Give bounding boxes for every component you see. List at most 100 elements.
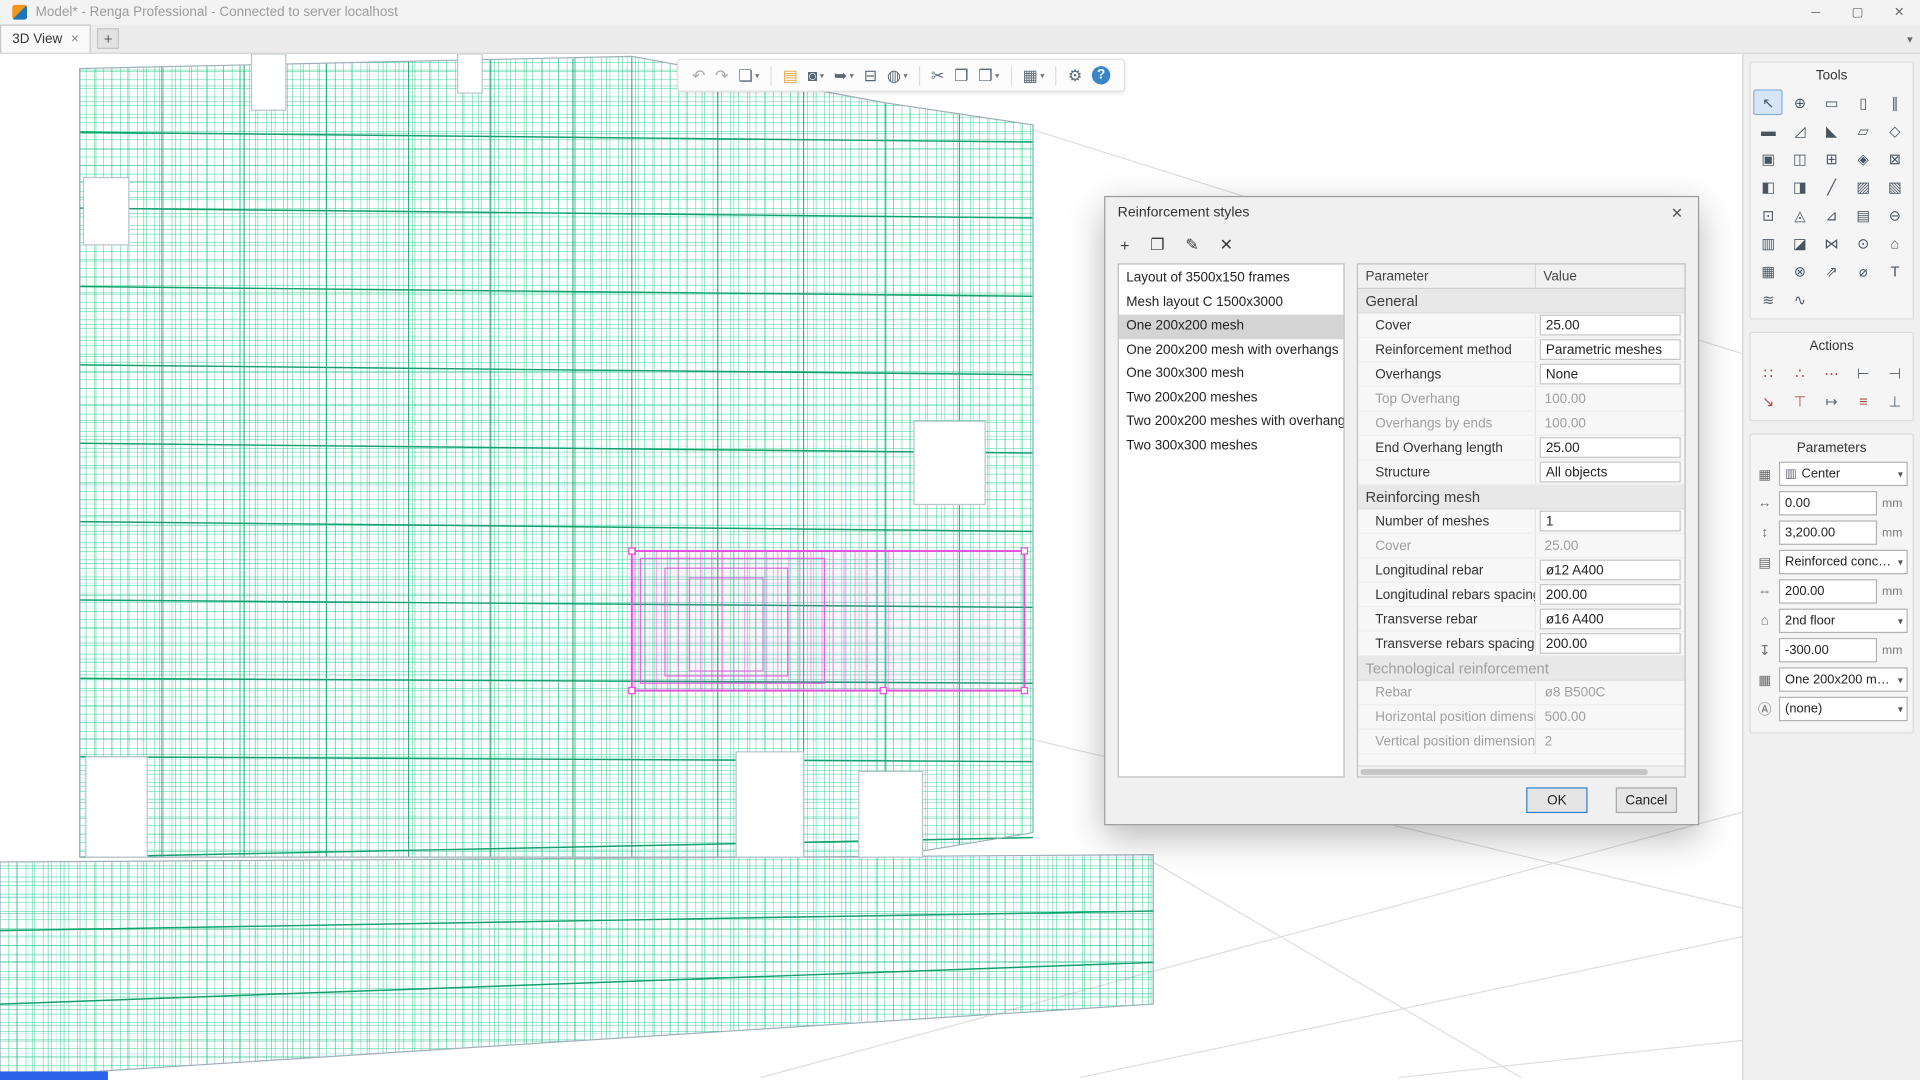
tool-icon-23[interactable]: ⊿ — [1817, 202, 1846, 228]
tool-icon-16[interactable]: ◧ — [1754, 174, 1783, 200]
horizontal-scrollbar[interactable] — [1358, 765, 1684, 776]
action-icon-8[interactable]: ↦ — [1817, 388, 1846, 414]
maximize-button[interactable]: ▢ — [1837, 0, 1879, 24]
tool-icon-27[interactable]: ◪ — [1785, 230, 1814, 256]
add-style-icon[interactable]: + — [1120, 236, 1129, 254]
param-value-input[interactable]: 200.00 — [1540, 633, 1681, 654]
select-tool-icon[interactable]: ↖ — [1754, 89, 1783, 115]
tool-icon-14[interactable]: ◈ — [1849, 146, 1878, 172]
tool-icon-11[interactable]: ▣ — [1754, 146, 1783, 172]
copy-icon[interactable]: ❐ — [950, 62, 972, 89]
tool-icon-10[interactable]: ◇ — [1880, 118, 1909, 144]
action-icon-7[interactable]: ⊤ — [1785, 388, 1814, 414]
style-list-item[interactable]: One 200x200 mesh with overhangs — [1119, 339, 1344, 363]
tool-icon-30[interactable]: ⌂ — [1880, 230, 1909, 256]
action-icon-2[interactable]: ∴ — [1785, 360, 1814, 386]
dropdown-caret-icon[interactable]: ▾ — [850, 70, 854, 80]
style-list-item[interactable]: Two 300x300 meshes — [1119, 434, 1344, 458]
cancel-button[interactable]: Cancel — [1616, 787, 1677, 813]
undo-icon[interactable]: ↶ — [688, 62, 709, 89]
style-list-item[interactable]: Layout of 3500x150 frames — [1119, 267, 1344, 291]
tool-icon-33[interactable]: ⇗ — [1817, 258, 1846, 284]
tool-icon-8[interactable]: ◣ — [1817, 118, 1846, 144]
help-icon[interactable]: ? — [1088, 62, 1114, 89]
paste-icon[interactable]: ❒▾ — [975, 62, 1003, 89]
style-list-item[interactable]: One 300x300 mesh — [1119, 362, 1344, 386]
tool-icon-15[interactable]: ⊠ — [1880, 146, 1909, 172]
style-list-item[interactable]: Mesh layout C 1500x3000 — [1119, 291, 1344, 315]
param-value-input[interactable]: None — [1540, 364, 1681, 385]
print-icon[interactable]: ⊟ — [860, 62, 881, 89]
tool-icon-9[interactable]: ▱ — [1849, 118, 1878, 144]
tool-icon-28[interactable]: ⋈ — [1817, 230, 1846, 256]
add-tab-button[interactable]: + — [97, 28, 119, 49]
tool-icon-36[interactable]: ≋ — [1754, 287, 1783, 313]
level-select[interactable]: 2nd floor▾ — [1779, 609, 1908, 633]
style-list-item[interactable]: Two 200x200 meshes — [1119, 386, 1344, 410]
tool-icon-35[interactable]: T — [1880, 258, 1909, 284]
tool-icon-3[interactable]: ▭ — [1817, 89, 1846, 115]
action-icon-3[interactable]: ⋯ — [1817, 360, 1846, 386]
tool-icon-32[interactable]: ⊗ — [1785, 258, 1814, 284]
tool-icon-31[interactable]: ▦ — [1754, 258, 1783, 284]
material-select[interactable]: Reinforced concrete▾ — [1779, 550, 1908, 574]
save-project-icon[interactable]: ◙▾ — [804, 62, 828, 89]
tool-icon-5[interactable]: ∥ — [1880, 89, 1909, 115]
tool-icon-20[interactable]: ▧ — [1880, 174, 1909, 200]
action-icon-9[interactable]: ≡ — [1849, 388, 1878, 414]
tool-icon-2[interactable]: ⊕ — [1785, 89, 1814, 115]
tool-icon-29[interactable]: ⊙ — [1849, 230, 1878, 256]
settings-wrench-icon[interactable]: ⚙ — [1064, 62, 1086, 89]
action-icon-6[interactable]: ↘ — [1754, 388, 1783, 414]
tool-icon-7[interactable]: ◿ — [1785, 118, 1814, 144]
tool-icon-37[interactable]: ∿ — [1785, 287, 1814, 313]
tool-icon-26[interactable]: ▥ — [1754, 230, 1783, 256]
redo-icon[interactable]: ↷ — [711, 62, 732, 89]
delete-style-icon[interactable]: ✕ — [1220, 235, 1233, 255]
elevation-input[interactable]: -300.00 — [1779, 638, 1877, 662]
tab-overflow-caret-icon[interactable]: ▾ — [1907, 33, 1913, 46]
tool-icon-6[interactable]: ▬ — [1754, 118, 1783, 144]
style-list-item[interactable]: One 200x200 mesh — [1119, 315, 1344, 339]
tab-close-icon[interactable]: × — [71, 32, 79, 47]
tool-icon-17[interactable]: ◨ — [1785, 174, 1814, 200]
tool-icon-4[interactable]: ▯ — [1849, 89, 1878, 115]
param-value-input[interactable]: 200.00 — [1540, 584, 1681, 605]
height-input[interactable]: 3,200.00 — [1779, 520, 1877, 544]
edit-style-icon[interactable]: ✎ — [1185, 235, 1198, 255]
tool-icon-24[interactable]: ▤ — [1849, 202, 1878, 228]
dropdown-caret-icon[interactable]: ▾ — [995, 70, 999, 80]
open-project-icon[interactable]: ▤ — [779, 62, 801, 89]
dropdown-caret-icon[interactable]: ▾ — [820, 70, 824, 80]
minimize-button[interactable]: ─ — [1795, 0, 1837, 24]
param-value-input[interactable]: Parametric meshes — [1540, 339, 1681, 360]
style-list-item[interactable]: Two 200x200 meshes with overhangs — [1119, 410, 1344, 434]
action-icon-1[interactable]: ∷ — [1754, 360, 1783, 386]
placement-select[interactable]: ▥Center▾ — [1779, 462, 1908, 486]
param-value-input[interactable]: 25.00 — [1540, 315, 1681, 336]
dropdown-caret-icon[interactable]: ▾ — [903, 70, 907, 80]
mark-select[interactable]: (none)▾ — [1779, 697, 1908, 721]
export-icon[interactable]: ➥▾ — [830, 62, 858, 89]
param-value-input[interactable]: ø12 A400 — [1540, 560, 1681, 581]
param-value-input[interactable]: 25.00 — [1540, 437, 1681, 458]
specifications-icon[interactable]: ▦▾ — [1019, 62, 1048, 89]
action-icon-5[interactable]: ⊣ — [1880, 360, 1909, 386]
action-icon-10[interactable]: ⊥ — [1880, 388, 1909, 414]
dropdown-caret-icon[interactable]: ▾ — [755, 70, 759, 80]
param-value-input[interactable]: 1 — [1540, 511, 1681, 532]
ok-button[interactable]: OK — [1526, 787, 1587, 813]
tool-icon-22[interactable]: ◬ — [1785, 202, 1814, 228]
tool-icon-34[interactable]: ⌀ — [1849, 258, 1878, 284]
dialog-close-icon[interactable]: ✕ — [1656, 197, 1698, 229]
tool-icon-25[interactable]: ⊖ — [1880, 202, 1909, 228]
param-value-input[interactable]: All objects — [1540, 462, 1681, 483]
tool-icon-21[interactable]: ⊡ — [1754, 202, 1783, 228]
dropdown-caret-icon[interactable]: ▾ — [1040, 70, 1044, 80]
param-value-input[interactable]: ø16 A400 — [1540, 609, 1681, 630]
visibility-settings-icon[interactable]: ◍▾ — [883, 62, 911, 89]
tool-icon-12[interactable]: ◫ — [1785, 146, 1814, 172]
offset-input[interactable]: 0.00 — [1779, 491, 1877, 515]
tool-icon-19[interactable]: ▨ — [1849, 174, 1878, 200]
tool-icon-18[interactable]: ╱ — [1817, 174, 1846, 200]
